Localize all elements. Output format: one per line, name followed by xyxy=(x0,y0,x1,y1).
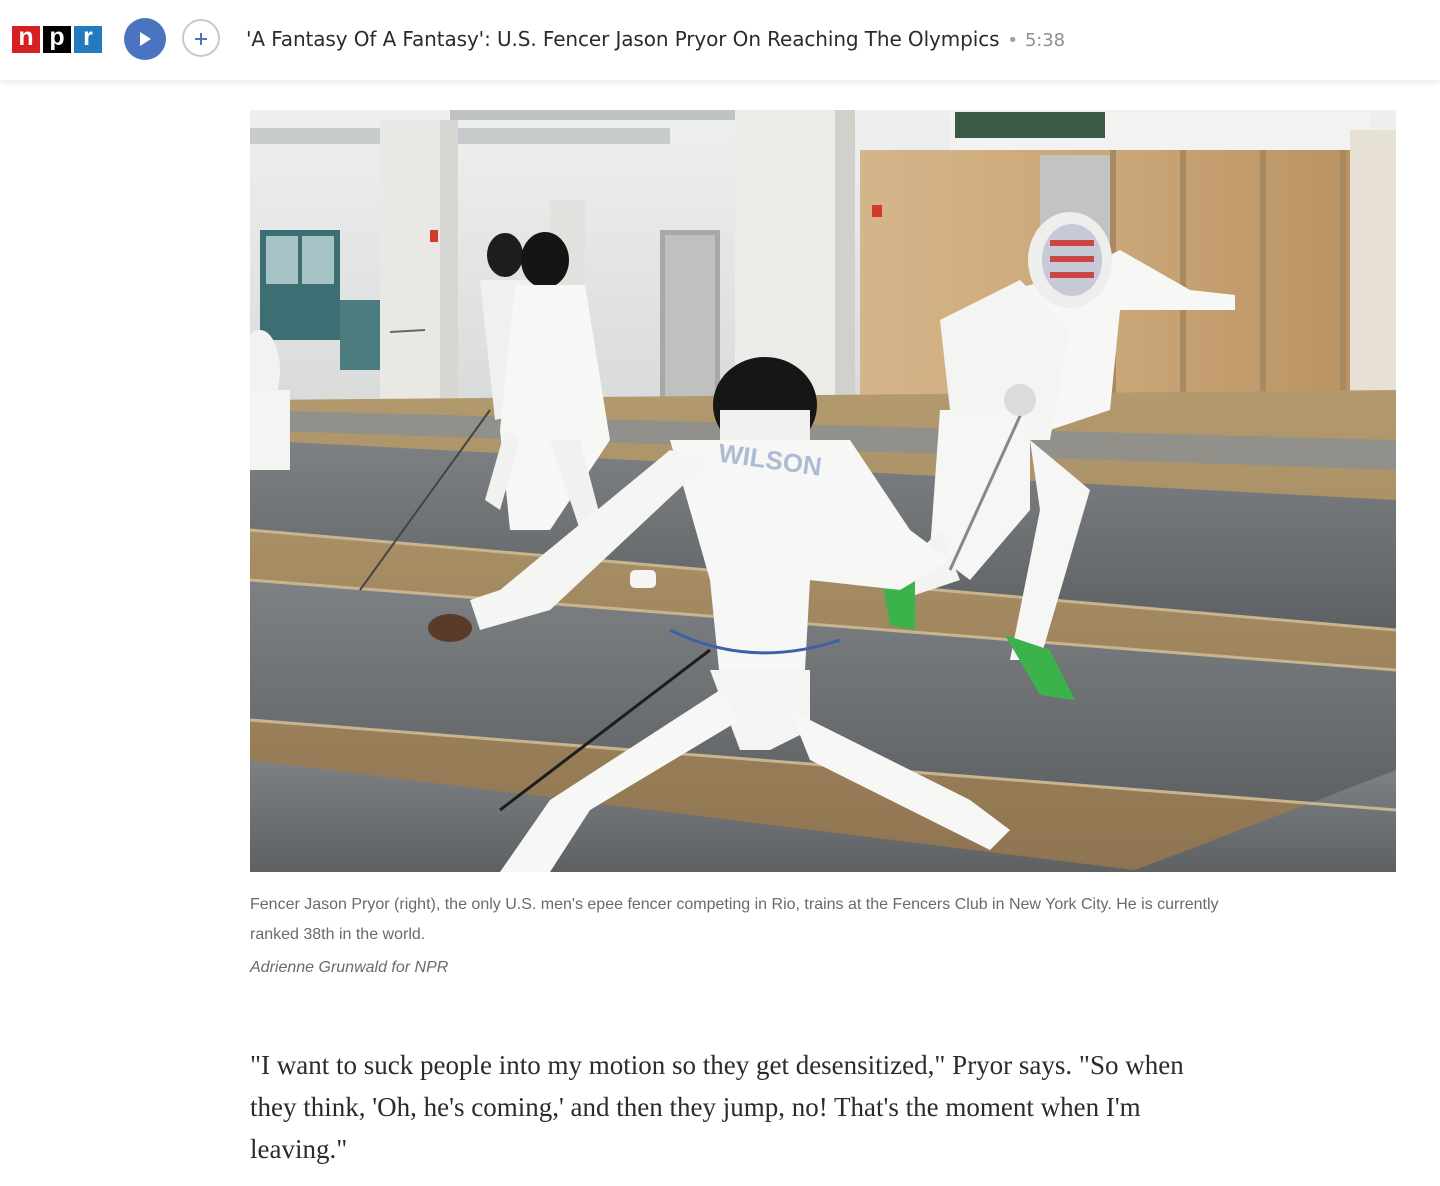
play-icon xyxy=(140,32,151,46)
photo-caption: Fencer Jason Pryor (right), the only U.S… xyxy=(250,896,1219,943)
photo-credit: Adrienne Grunwald for NPR xyxy=(250,959,449,976)
play-button[interactable] xyxy=(124,18,166,60)
logo-letter-r: r xyxy=(74,25,102,53)
track-separator: • xyxy=(1007,30,1018,51)
track-title-row[interactable]: 'A Fantasy Of A Fantasy': U.S. Fencer Ja… xyxy=(246,26,1065,52)
npr-logo[interactable]: n p r xyxy=(12,25,102,53)
track-title[interactable]: 'A Fantasy Of A Fantasy': U.S. Fencer Ja… xyxy=(246,27,1000,51)
logo-letter-p: p xyxy=(43,25,71,53)
audio-player-bar: n p r 'A Fantasy Of A Fantasy': U.S. Fen… xyxy=(0,0,1440,80)
fencing-photo-illustration: WILSON xyxy=(250,110,1396,872)
logo-letter-n: n xyxy=(12,25,40,53)
track-duration: 5:38 xyxy=(1024,30,1065,51)
article-paragraph: "I want to suck people into my motion so… xyxy=(250,1050,1184,1164)
article-photo: WILSON xyxy=(250,110,1396,872)
add-to-playlist-button[interactable] xyxy=(182,19,220,57)
